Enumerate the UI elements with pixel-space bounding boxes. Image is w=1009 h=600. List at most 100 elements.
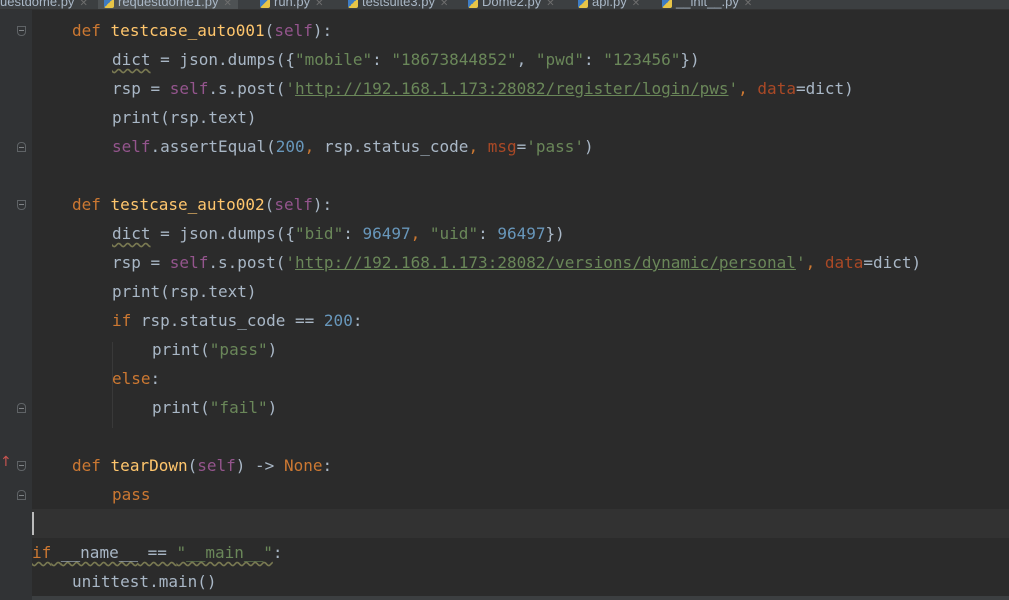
close-icon[interactable]: ✕ <box>440 0 448 9</box>
keyword: def <box>72 195 101 214</box>
string-literal: "123456" <box>603 50 681 69</box>
keyword: def <box>72 21 101 40</box>
code-text: print( <box>152 340 210 359</box>
string-literal: "fail" <box>209 398 268 417</box>
override-arrow-icon[interactable]: ↑ <box>0 455 12 469</box>
code-line: unittest.main() <box>72 567 217 596</box>
horizontal-scrollbar[interactable] <box>32 596 1009 600</box>
fold-icon[interactable] <box>17 461 26 471</box>
code-line: self.assertEqual(200, rsp.status_code, m… <box>112 137 594 156</box>
code-text: = json.dumps({ <box>150 50 296 69</box>
self-keyword: self <box>169 253 209 272</box>
editor-tab-bar: uestdome.py ✕ requestdome1.py ✕ run.py ✕ te… <box>0 0 1009 10</box>
fold-icon[interactable] <box>17 26 26 36</box>
keyword: else <box>112 369 151 388</box>
string-literal: 'pass' <box>526 137 585 156</box>
code-text: =dict) <box>795 79 854 98</box>
code-line: print(rsp.text) <box>112 277 257 306</box>
code-line: pass <box>112 480 151 509</box>
keyword-argument: data <box>824 253 864 272</box>
string-literal: "pass" <box>209 340 268 359</box>
python-file-icon <box>260 0 270 8</box>
self-keyword: self <box>197 456 236 475</box>
text-caret <box>32 512 34 535</box>
tab-run[interactable]: run.py ✕ <box>260 0 324 9</box>
code-text: rsp = <box>112 253 170 272</box>
fold-icon[interactable] <box>17 200 26 210</box>
keyword-argument: msg <box>487 137 517 156</box>
close-icon[interactable]: ✕ <box>315 0 323 9</box>
tab-label: run.py <box>274 0 311 9</box>
tab-uestdome[interactable]: uestdome.py ✕ <box>0 0 88 9</box>
tab-api[interactable]: api.py ✕ <box>578 0 640 9</box>
self-keyword: self <box>274 195 313 214</box>
tab-label: testsuite3.py <box>362 0 435 9</box>
variable: dict <box>112 224 151 243</box>
tab-label: uestdome.py <box>0 0 75 9</box>
close-icon[interactable]: ✕ <box>223 0 231 9</box>
python-file-icon <box>578 0 588 8</box>
tab-dome2[interactable]: Dome2.py ✕ <box>468 0 555 9</box>
code-line: if rsp.status_code == 200: <box>112 306 362 335</box>
python-file-icon <box>662 0 672 8</box>
code-line: rsp = self.s.post('http://192.168.1.173:… <box>112 79 854 98</box>
code-text: ) <box>267 340 278 359</box>
close-icon[interactable]: ✕ <box>744 0 752 9</box>
function-name: testcase_auto002 <box>110 195 265 214</box>
tab-label: api.py <box>592 0 627 9</box>
dunder-name: __name__ <box>60 543 138 562</box>
tab-label: requestdome1.py <box>118 0 219 9</box>
number-literal: 200 <box>275 137 305 156</box>
fold-end-icon[interactable] <box>17 490 26 500</box>
code-text: = json.dumps({ <box>150 224 296 243</box>
string-literal: "mobile" <box>295 50 373 69</box>
tab-testsuite3[interactable]: testsuite3.py ✕ <box>348 0 448 9</box>
code-line: def testcase_auto002(self): <box>72 195 333 214</box>
self-keyword: self <box>169 79 209 98</box>
code-text: rsp = <box>112 79 170 98</box>
code-line: dict = json.dumps({"mobile": "1867384485… <box>112 50 700 69</box>
function-name: tearDown <box>110 456 188 475</box>
code-text: ) <box>267 398 278 417</box>
close-icon[interactable]: ✕ <box>546 0 554 9</box>
url-link[interactable]: http://192.168.1.173:28082/register/logi… <box>295 79 728 98</box>
code-text: .s.post( <box>208 79 286 98</box>
function-name: testcase_auto001 <box>110 21 265 40</box>
string-literal: "18673844852" <box>391 50 517 69</box>
url-link[interactable]: http://192.168.1.173:28082/versions/dyna… <box>295 253 796 272</box>
python-file-icon <box>468 0 478 8</box>
variable: dict <box>112 50 151 69</box>
code-text: }) <box>680 50 700 69</box>
close-icon[interactable]: ✕ <box>632 0 640 9</box>
number-literal: 200 <box>323 311 353 330</box>
code-line: print(rsp.text) <box>112 103 257 132</box>
tab-label: Dome2.py <box>482 0 542 9</box>
keyword: def <box>72 456 101 475</box>
code-text: ) <box>584 137 594 156</box>
editor-gutter <box>0 10 32 600</box>
keyword: if <box>112 311 132 330</box>
tab-label: __init__.py <box>676 0 739 9</box>
code-editor[interactable]: def testcase_auto001(self): dict = json.… <box>32 10 1009 600</box>
keyword-argument: data <box>757 79 796 98</box>
tab-requestdome1[interactable]: requestdome1.py ✕ <box>98 0 238 9</box>
code-line: if __name__ == "__main__": <box>32 543 283 562</box>
code-line: print("pass") <box>152 335 277 364</box>
close-icon[interactable]: ✕ <box>79 0 87 9</box>
self-keyword: self <box>274 21 313 40</box>
code-text: unittest.main() <box>72 572 217 591</box>
fold-end-icon[interactable] <box>17 403 26 413</box>
code-line: print("fail") <box>152 393 277 422</box>
code-text: : <box>150 369 161 388</box>
code-text: print(rsp.text) <box>112 282 257 301</box>
code-line: def testcase_auto001(self): <box>72 21 333 40</box>
code-text: rsp.status_code <box>323 137 469 156</box>
self-keyword: self <box>112 137 151 156</box>
current-line-highlight <box>32 509 1009 538</box>
tab-init[interactable]: __init__.py ✕ <box>662 0 752 9</box>
string-literal: "bid" <box>295 224 344 243</box>
fold-end-icon[interactable] <box>17 142 26 152</box>
string-literal: "pwd" <box>535 50 585 69</box>
code-text: rsp.status_code == <box>131 311 324 330</box>
code-line: rsp = self.s.post('http://192.168.1.173:… <box>112 253 922 272</box>
